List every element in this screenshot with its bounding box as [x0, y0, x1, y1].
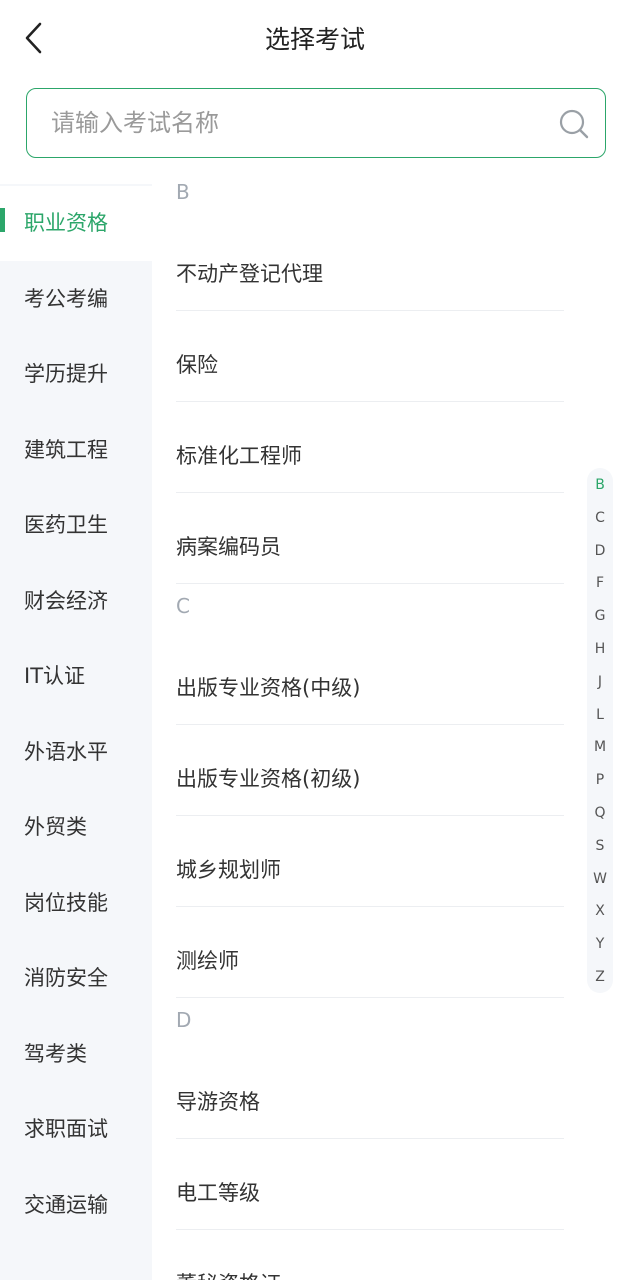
exam-list: B 不动产登记代理 保险标准化工程师 病案编码员 C 出版专业资格(中级) 出版专业资格(初… — [152, 170, 588, 1280]
sidebar-item-label: 交通运输 — [24, 1192, 108, 1217]
alphabet-index-bar[interactable]: BCDFGHJLMPQSWXYZ — [587, 468, 613, 993]
exam-name: 保险 — [176, 353, 218, 377]
search-box — [26, 88, 606, 158]
top-bar: 选择考试 — [0, 0, 630, 76]
exam-list-item[interactable]: 城乡规划师 — [176, 816, 564, 907]
sidebar-item[interactable]: 交通运输 — [0, 1168, 152, 1243]
index-letter[interactable]: Y — [587, 934, 613, 954]
index-letter[interactable]: S — [587, 836, 613, 856]
index-letter[interactable]: Z — [587, 967, 613, 987]
page-title: 选择考试 — [264, 25, 365, 54]
index-letter[interactable]: X — [587, 901, 613, 921]
sidebar-item[interactable]: 外贸类 — [0, 790, 152, 865]
sidebar-item-label: 外语水平 — [24, 739, 108, 764]
sidebar-item-label: 驾考类 — [24, 1041, 87, 1066]
sidebar-item[interactable]: 岗位技能 — [0, 866, 152, 941]
exam-name: 不动产登记代理 — [176, 262, 323, 286]
index-letter[interactable]: F — [587, 573, 613, 593]
exam-name: 出版专业资格(中级) — [176, 676, 361, 700]
sidebar-item-label: 消防安全 — [24, 966, 108, 990]
exam-name: 病案编码员 — [176, 535, 281, 559]
index-letter[interactable]: P — [587, 770, 613, 790]
section-header: C — [176, 594, 190, 618]
index-letter[interactable]: M — [587, 737, 613, 757]
sidebar-item[interactable]: 建筑工程 — [0, 413, 152, 488]
exam-list-item[interactable]: 导游资格 — [176, 1048, 564, 1139]
section-header: D — [176, 1008, 192, 1032]
search-input[interactable] — [51, 103, 541, 143]
exam-name: 导游资格 — [176, 1090, 260, 1114]
sidebar-item-label: 财会经济 — [24, 588, 108, 613]
exam-list-item[interactable]: 不动产登记代理 — [176, 220, 564, 311]
exam-name: 董秘资格证 — [176, 1268, 281, 1280]
sidebar-item-label: IT认证 — [24, 664, 86, 688]
sidebar-item-label: 岗位技能 — [24, 890, 108, 915]
sidebar-item-label: 外贸类 — [24, 815, 87, 839]
sidebar-item[interactable]: 医药卫生 — [0, 488, 152, 563]
sidebar-item[interactable]: 财会经济 — [0, 564, 152, 639]
active-indicator — [0, 208, 5, 232]
search-icon[interactable] — [557, 107, 591, 141]
sidebar-item[interactable]: 职业资格 — [0, 186, 152, 261]
exam-name: 标准化工程师 — [176, 444, 302, 468]
index-letter[interactable]: B — [587, 475, 613, 495]
section-header: B — [176, 180, 190, 204]
sidebar-item-label: 考公考编 — [24, 286, 108, 311]
sidebar-item[interactable]: 学历提升 — [0, 337, 152, 412]
sidebar-item-label: 医药卫生 — [24, 513, 108, 537]
sidebar-item[interactable]: IT认证 — [0, 639, 152, 714]
exam-list-item[interactable]: 出版专业资格(初级) — [176, 725, 564, 816]
sidebar-item[interactable]: 驾考类 — [0, 1017, 152, 1092]
exam-name: 测绘师 — [176, 949, 239, 973]
category-sidebar: 职业资格考公考编学历提升建筑工程医药卫生财会经济 IT认证外语水平外贸类岗位技能消… — [0, 184, 152, 1280]
index-letter[interactable]: D — [587, 541, 613, 561]
sidebar-item-label: 职业资格 — [24, 211, 108, 235]
index-letter[interactable]: H — [587, 639, 613, 659]
exam-name: 出版专业资格(初级) — [176, 767, 361, 791]
exam-list-item[interactable]: 出版专业资格(中级) — [176, 634, 564, 725]
index-letter[interactable]: C — [587, 508, 613, 528]
exam-list-item[interactable]: 电工等级 — [176, 1139, 564, 1230]
sidebar-item-label: 学历提升 — [24, 362, 108, 386]
index-letter[interactable]: Q — [587, 803, 613, 823]
index-letter[interactable]: W — [587, 869, 613, 889]
exam-name: 城乡规划师 — [176, 858, 281, 882]
sidebar-item-label: 建筑工程 — [24, 437, 108, 462]
sidebar-item[interactable]: 外语水平 — [0, 715, 152, 790]
index-letter[interactable]: G — [587, 606, 613, 626]
exam-list-item[interactable]: 病案编码员 — [176, 493, 564, 584]
sidebar-item[interactable]: 求职面试 — [0, 1092, 152, 1167]
exam-name: 电工等级 — [176, 1181, 260, 1205]
sidebar-item-label: 求职面试 — [24, 1117, 108, 1141]
sidebar-item[interactable]: 消防安全 — [0, 941, 152, 1016]
sidebar-item[interactable]: 考公考编 — [0, 262, 152, 337]
exam-list-item[interactable]: 标准化工程师 — [176, 402, 564, 493]
index-letter[interactable]: L — [587, 705, 613, 725]
exam-list-item[interactable]: 保险 — [176, 311, 564, 402]
exam-list-item[interactable]: 董秘资格证 — [176, 1230, 564, 1280]
index-letter[interactable]: J — [587, 672, 613, 692]
exam-list-item[interactable]: 测绘师 — [176, 907, 564, 998]
